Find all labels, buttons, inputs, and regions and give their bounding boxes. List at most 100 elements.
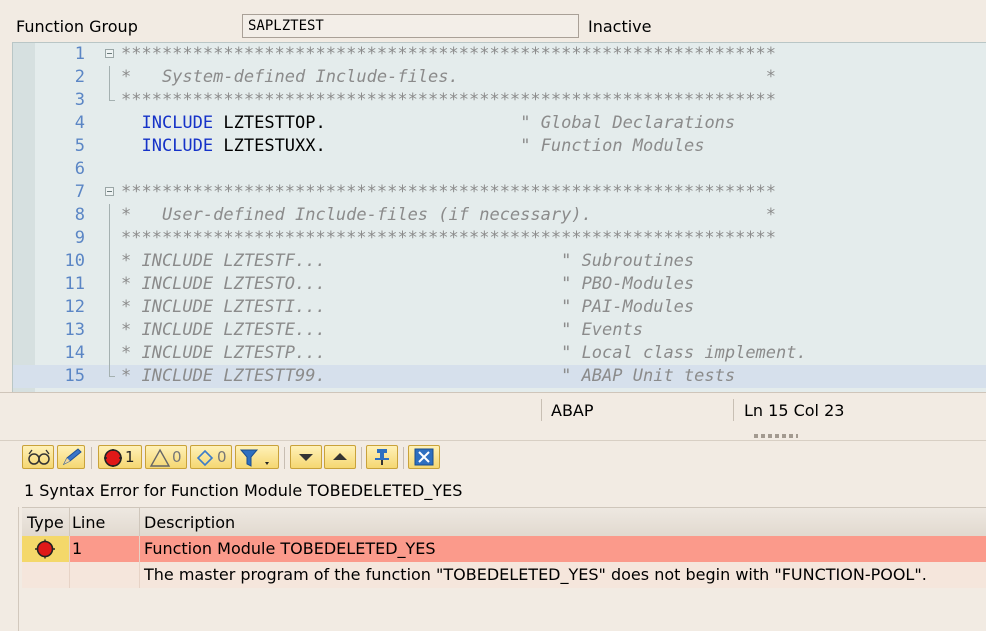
chevron-down-icon [299,454,313,461]
fold-guide [109,250,110,273]
fold-toggle-icon[interactable] [105,187,114,196]
line-number: 3 [74,90,85,110]
fold-guide-end [109,365,115,377]
fold-guide-end [109,89,115,101]
code-line[interactable]: 9 ***************************************… [13,227,986,250]
line-number: 4 [74,113,85,133]
toolbar-separator [91,447,92,469]
table-row[interactable]: 1 Function Module TOBEDELETED_YES [22,536,986,562]
editor-status-bar: ABAP Ln 15 Col 23 [0,392,986,433]
display-details-button[interactable] [22,445,54,469]
code-text: * INCLUDE LZTESTI... " PAI-Modules [121,297,695,317]
pencil-icon [62,448,82,466]
code-line[interactable]: 8 * User-defined Include-files (if necess… [13,204,986,227]
fold-guide [109,296,110,319]
code-text: ****************************************… [121,44,777,64]
table-left-edge [18,507,19,631]
abap-keyword: INCLUDE [141,136,214,156]
filter-icon [239,449,269,467]
include-name: LZTESTUXX. [223,136,326,156]
filter-button[interactable] [235,445,279,469]
line-number: 1 [74,44,85,64]
fold-guide [109,342,110,365]
code-line[interactable]: 4 INCLUDE LZTESTTOP. " Global Declaratio… [13,112,986,135]
table-row[interactable]: The master program of the function "TOBE… [22,562,986,588]
line-number: 10 [64,251,85,271]
inline-comment: " Global Declarations [520,113,736,133]
column-gridline [139,536,140,588]
include-name: LZTESTTOP. [223,113,326,133]
warnings-filter-button[interactable]: 0 [145,445,187,469]
warning-count: 0 [172,448,182,466]
code-line[interactable]: 3 ***************************************… [13,89,986,112]
code-text: * System-defined Include-files. * [121,67,777,87]
line-number: 14 [64,343,85,363]
column-header-type[interactable]: Type [27,513,64,532]
error-stop-icon [104,449,122,467]
message-type-cell [22,536,69,562]
line-number: 6 [74,159,85,179]
code-text: * INCLUDE LZTESTE... " Events [121,320,643,340]
column-header-description[interactable]: Description [144,513,235,532]
errors-filter-button[interactable]: 1 [98,445,142,469]
line-number: 12 [64,297,85,317]
column-header-line[interactable]: Line [72,513,105,532]
info-filter-button[interactable]: 0 [190,445,232,469]
glasses-icon [28,449,50,465]
code-text: * INCLUDE LZTESTT99. " ABAP Unit tests [121,366,736,386]
fold-guide [109,227,110,250]
code-line[interactable]: 14 * INCLUDE LZTESTP... " Local class imp… [13,342,986,365]
code-editor[interactable]: 1 ***************************************… [12,42,986,393]
code-line[interactable]: 13 * INCLUDE LZTESTE... " Events [13,319,986,342]
code-text: ****************************************… [121,228,777,248]
object-type-label: Function Group [16,17,138,36]
code-text: * INCLUDE LZTESTF... " Subroutines [121,251,695,271]
line-number: 15 [64,366,85,386]
pin-button[interactable] [366,445,398,469]
status-separator [541,399,542,421]
message-title: 1 Syntax Error for Function Module TOBED… [24,481,463,500]
code-line[interactable]: 2 * System-defined Include-files. * [13,66,986,89]
object-name-field[interactable]: SAPLZTEST [242,14,579,38]
info-count: 0 [217,448,227,466]
code-line[interactable]: 6 [13,158,986,181]
previous-message-button[interactable] [324,445,356,469]
column-separator [69,508,70,536]
abap-keyword: INCLUDE [141,113,214,133]
line-number: 2 [74,67,85,87]
code-text: * INCLUDE LZTESTP... " Local class imple… [121,343,807,363]
line-number: 11 [64,274,85,294]
toolbar-separator [284,447,285,469]
code-line[interactable]: 12 * INCLUDE LZTESTI... " PAI-Modules [13,296,986,319]
warning-triangle-icon [149,448,171,467]
code-line[interactable]: 1 ***************************************… [13,43,986,66]
splitter-handle[interactable] [754,434,798,438]
cursor-position: Ln 15 Col 23 [744,401,845,420]
chevron-up-icon [333,453,347,460]
code-line[interactable]: 7 ***************************************… [13,181,986,204]
code-line[interactable]: 5 INCLUDE LZTESTUXX. " Function Modules [13,135,986,158]
fold-guide [109,66,110,89]
code-line[interactable]: 15 * INCLUDE LZTESTT99. " ABAP Unit tests [13,365,986,388]
edit-button[interactable] [57,445,85,469]
error-count: 1 [125,448,135,466]
line-number: 7 [74,182,85,202]
message-description[interactable]: Function Module TOBEDELETED_YES [144,539,436,558]
column-separator [139,508,140,536]
code-line[interactable]: 11 * INCLUDE LZTESTO... " PBO-Modules [13,273,986,296]
next-message-button[interactable] [290,445,322,469]
close-pane-button[interactable] [408,445,440,469]
code-text: * User-defined Include-files (if necessa… [121,205,777,225]
info-diamond-icon [196,449,214,467]
language-indicator: ABAP [551,401,594,420]
column-gridline [69,536,70,588]
pin-icon [375,449,389,465]
code-text: ****************************************… [121,182,777,202]
status-separator [733,399,734,421]
code-text: INCLUDE LZTESTTOP. " Global Declarations [121,112,735,135]
message-line-number[interactable]: 1 [72,539,82,558]
code-line[interactable]: 10 * INCLUDE LZTESTF... " Subroutines [13,250,986,273]
fold-toggle-icon[interactable] [105,49,114,58]
inline-comment: " Function Modules [520,136,705,156]
object-header: Function Group SAPLZTEST Inactive [0,0,986,42]
